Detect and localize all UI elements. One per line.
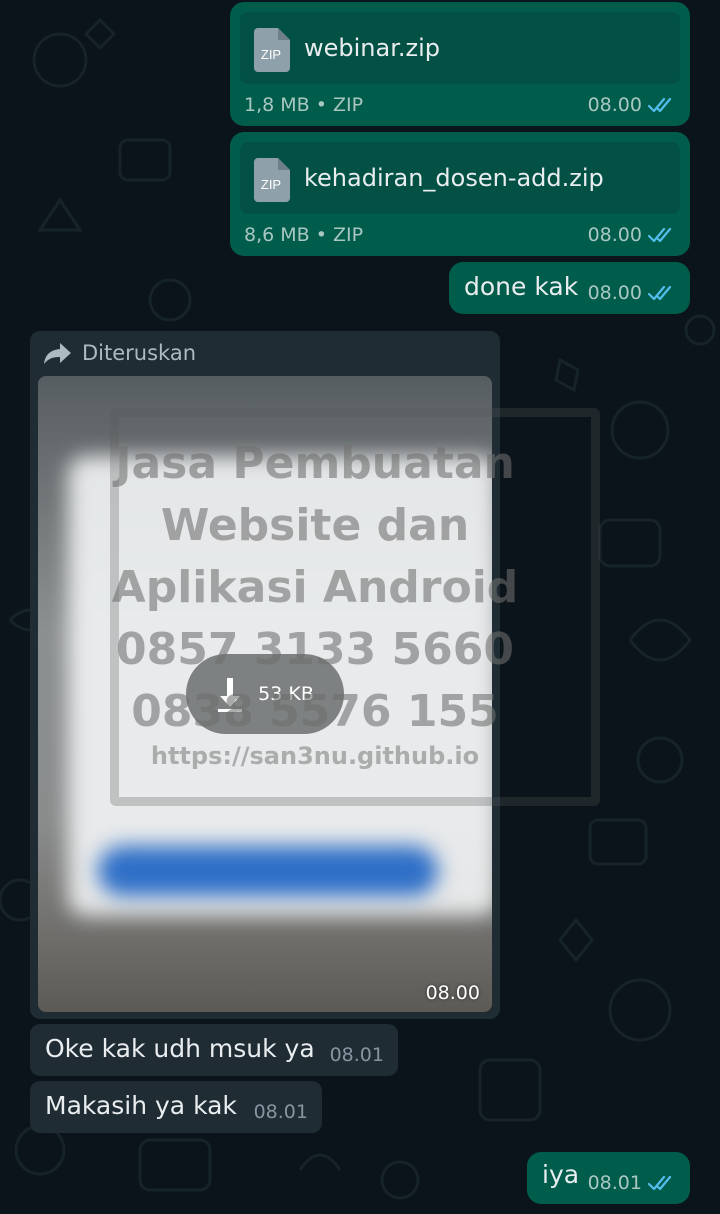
message-time: 08.01 xyxy=(253,1101,308,1123)
watermark-line: https://san3nu.github.io xyxy=(150,742,480,770)
double-check-read-icon xyxy=(648,285,672,301)
watermark-line: Aplikasi Android xyxy=(111,562,519,613)
forward-arrow-icon xyxy=(44,343,71,364)
incoming-text-message[interactable]: Makasih ya kak 08.01 xyxy=(30,1081,322,1133)
outgoing-text-message[interactable]: iya 08.01 xyxy=(527,1152,690,1204)
message-text: done kak xyxy=(464,272,579,301)
forwarded-label: Diteruskan xyxy=(82,341,197,365)
incoming-text-message[interactable]: Oke kak udh msuk ya 08.01 xyxy=(30,1024,398,1076)
message-time: 08.00 xyxy=(587,94,642,116)
document-preview[interactable]: ZIP kehadiran_dosen-add.zip xyxy=(240,142,680,214)
message-text: Oke kak udh msuk ya xyxy=(45,1034,315,1063)
message-time: 08.00 xyxy=(587,224,642,246)
message-time: 08.01 xyxy=(329,1044,384,1066)
double-check-read-icon xyxy=(648,97,672,113)
message-time: 08.01 xyxy=(587,1172,642,1194)
outgoing-text-message[interactable]: done kak 08.00 xyxy=(449,262,690,314)
outgoing-file-message[interactable]: ZIP kehadiran_dosen-add.zip 8,6 MB • ZIP… xyxy=(230,132,690,256)
file-meta: 8,6 MB • ZIP xyxy=(244,224,364,246)
zip-icon-label: ZIP xyxy=(261,177,281,192)
file-meta: 1,8 MB • ZIP xyxy=(244,94,364,116)
watermark-line: 0857 3133 5660 xyxy=(115,624,515,675)
message-time: 08.00 xyxy=(587,282,642,304)
document-preview[interactable]: ZIP webinar.zip xyxy=(240,12,680,84)
zip-file-icon: ZIP xyxy=(254,158,290,202)
watermark-line: Website dan xyxy=(160,500,470,551)
file-name: webinar.zip xyxy=(304,34,441,62)
zip-file-icon: ZIP xyxy=(254,28,290,72)
zip-icon-label: ZIP xyxy=(261,47,281,62)
outgoing-file-message[interactable]: ZIP webinar.zip 1,8 MB • ZIP 08.00 xyxy=(230,2,690,126)
watermark-line: Jasa Pembuatan xyxy=(115,438,515,489)
file-name: kehadiran_dosen-add.zip xyxy=(304,164,604,192)
message-time: 08.00 xyxy=(425,982,480,1004)
message-text: iya xyxy=(542,1160,580,1189)
double-check-read-icon xyxy=(648,1175,672,1191)
message-text: Makasih ya kak xyxy=(45,1091,237,1120)
watermark-line: 0838 5576 155 xyxy=(131,686,499,737)
double-check-read-icon xyxy=(648,227,672,243)
